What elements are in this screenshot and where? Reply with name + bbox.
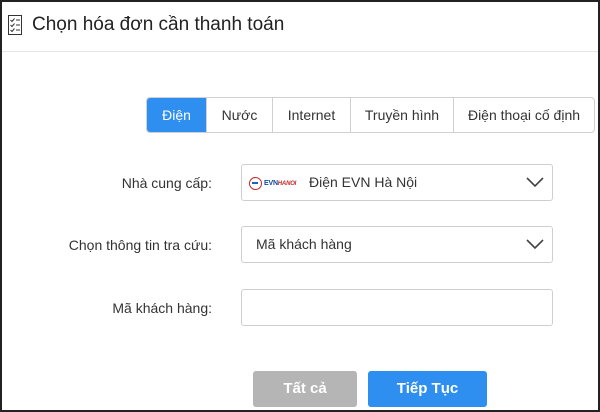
provider-value: Điện EVN Hà Nội xyxy=(309,174,418,190)
tab-truyen-hinh[interactable]: Truyền hình xyxy=(351,98,454,132)
checklist-icon xyxy=(8,15,22,35)
evn-logo-mark xyxy=(249,176,262,190)
page-header: Chọn hóa đơn cần thanh toán xyxy=(2,2,598,52)
lookup-label: Chọn thông tin tra cứu: xyxy=(68,237,212,253)
customer-code-label: Mã khách hàng: xyxy=(112,300,212,316)
evn-logo: EVNHANOI xyxy=(249,176,296,190)
lookup-select[interactable]: Mã khách hàng xyxy=(241,226,553,263)
all-button[interactable]: Tất cả xyxy=(253,371,357,407)
evn-logo-text: EVNHANOI xyxy=(264,179,297,187)
tab-internet[interactable]: Internet xyxy=(273,98,351,132)
continue-button[interactable]: Tiếp Tục xyxy=(368,371,487,407)
chevron-down-icon xyxy=(526,239,544,250)
service-tabs: Điện Nước Internet Truyền hình Điện thoạ… xyxy=(146,97,595,133)
provider-select[interactable]: EVNHANOI Điện EVN Hà Nội xyxy=(241,164,553,201)
tab-dien-thoai-co-dinh[interactable]: Điện thoại cố định xyxy=(454,98,594,132)
customer-code-input[interactable] xyxy=(241,289,553,326)
tab-dien[interactable]: Điện xyxy=(147,98,207,132)
page-title: Chọn hóa đơn cần thanh toán xyxy=(32,14,285,35)
tab-nuoc[interactable]: Nước xyxy=(207,98,273,132)
provider-label: Nhà cung cấp: xyxy=(121,175,212,191)
window-frame xyxy=(0,0,600,412)
lookup-value: Mã khách hàng xyxy=(256,236,352,252)
chevron-down-icon xyxy=(526,177,544,188)
